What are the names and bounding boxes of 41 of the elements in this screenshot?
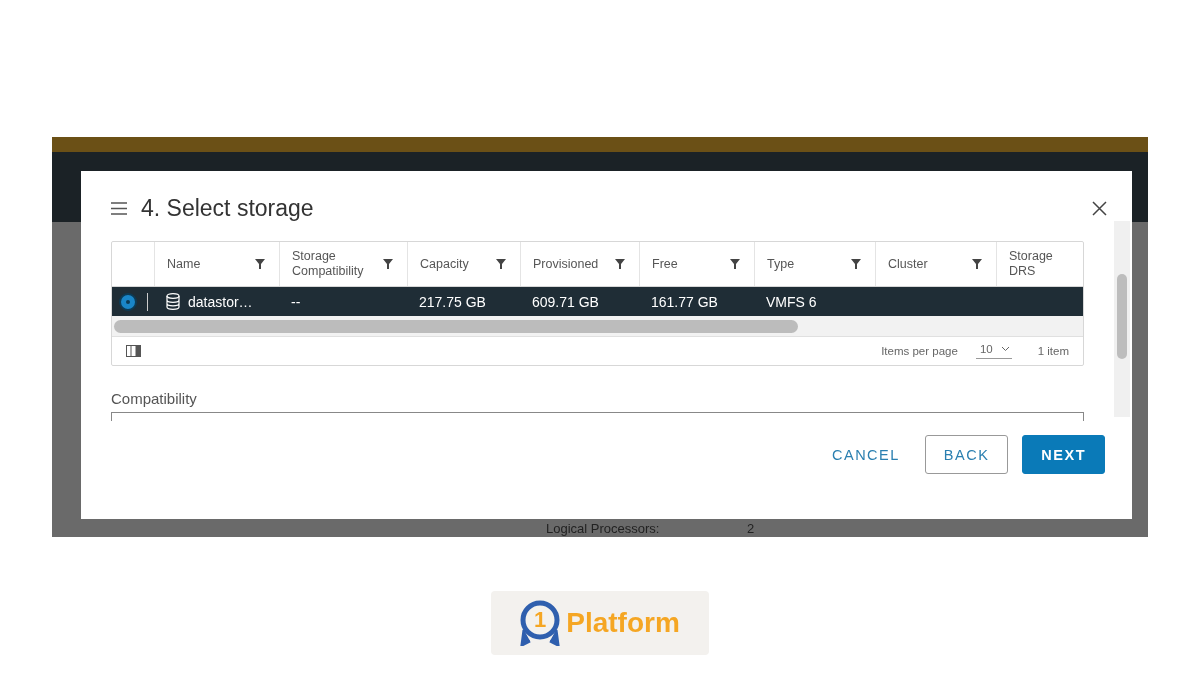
items-per-page-label: Items per page — [881, 345, 958, 357]
filter-icon[interactable] — [383, 259, 393, 269]
table-cell-text: VMFS 6 — [765, 293, 818, 310]
vertical-scrollbar[interactable] — [1114, 221, 1130, 417]
radio-button[interactable] — [118, 292, 137, 311]
column-header: Type — [767, 256, 795, 272]
field-label: Logical Processors: — [546, 521, 660, 536]
items-per-page-select[interactable]: 10 — [975, 343, 1012, 359]
filter-icon[interactable] — [615, 259, 625, 269]
logo-badge-number: 1 — [533, 608, 548, 632]
table-cell-text: 217.75 GB — [418, 293, 487, 310]
column-header: Cluster — [888, 256, 928, 272]
chevron-down-icon — [1000, 346, 1010, 352]
column-header: Capacity — [420, 256, 469, 272]
filter-icon[interactable] — [255, 259, 265, 269]
filter-icon[interactable] — [851, 259, 861, 269]
column-header: Provisioned — [533, 256, 599, 272]
column-header: Storage Compatibility — [292, 249, 365, 279]
filter-icon[interactable] — [730, 259, 740, 269]
filter-icon[interactable] — [972, 259, 982, 269]
section-label: Compatibility — [111, 390, 198, 407]
primary-button[interactable]: NEXT — [1022, 435, 1105, 474]
dialog-title: 4. Select storage — [141, 194, 315, 222]
table-cell-text: 161.77 GB — [650, 293, 719, 310]
menu-icon[interactable] — [111, 201, 127, 215]
table-row[interactable]: datastor… -- 217.75 GB 609.71 GB 161.77 GB VMFS 6 — [112, 287, 1083, 316]
filter-icon[interactable] — [496, 259, 506, 269]
table-cell-text: 609.71 GB — [531, 293, 600, 310]
database-icon — [166, 293, 180, 310]
column-header: Free — [652, 256, 678, 272]
column-header: Name — [167, 256, 201, 272]
field-value: 2 — [747, 521, 755, 536]
columns-icon[interactable] — [126, 345, 141, 357]
table-cell-text: -- — [290, 293, 302, 310]
close-icon[interactable] — [1092, 200, 1107, 216]
item-count: 1 item — [1037, 345, 1069, 357]
logo-text: Platform — [566, 607, 680, 639]
medal-icon — [520, 600, 561, 646]
secondary-button[interactable]: BACK — [924, 435, 1009, 474]
horizontal-scrollbar[interactable] — [112, 316, 1083, 336]
datastore-name: datastor… — [188, 293, 253, 310]
